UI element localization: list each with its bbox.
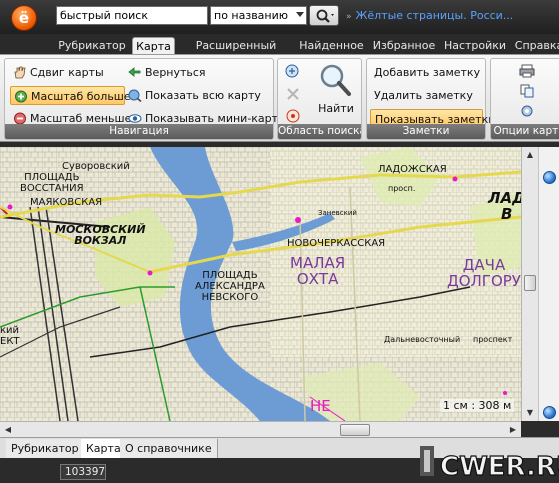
map-label-lad-b: ЛАД В — [488, 189, 521, 223]
copy-icon[interactable] — [519, 84, 535, 98]
map-label-mayakovskaya: МАЯКОВСКАЯ — [30, 197, 103, 208]
map-scale: 1 см : 308 м — [440, 399, 515, 412]
tab-advanced-search[interactable]: Расширенный поиск — [180, 37, 292, 65]
yellow-pages-link[interactable]: » Жёлтые страницы. Росси... — [346, 9, 513, 22]
tab-rubricator[interactable]: Рубрикатор — [56, 37, 128, 54]
group-search-area-label: Область поиска — [278, 124, 361, 139]
status-bar: 103397 — [0, 458, 559, 483]
tab-map[interactable]: Карта — [132, 37, 175, 54]
map-label-ladozhskaya: ЛАДОЖСКАЯ — [378, 164, 447, 175]
group-card-options-label: Опции карты — [491, 124, 559, 139]
find-button[interactable]: Найти — [316, 63, 356, 121]
show-all-map-button[interactable]: Показать всю карту — [125, 86, 261, 105]
bottom-tab-bar: Рубрикатор Карта О справочнике — [0, 437, 559, 458]
group-notes: Добавить заметку Удалить заметку Показыв… — [366, 58, 495, 140]
horizontal-scroll-thumb[interactable] — [340, 424, 370, 436]
chevron-down-icon — [296, 12, 304, 17]
map-label-novocherkasskaya: НОВОЧЕРКАССКАЯ — [287, 238, 386, 249]
remove-note-button[interactable]: Удалить заметку — [370, 86, 473, 105]
bottom-tab-rubricator[interactable]: Рубрикатор — [6, 439, 85, 458]
map-label-zanevskiy: Заневский — [318, 209, 357, 217]
map-label-dacha: ДАЧА ДОЛГОРУ — [447, 256, 521, 290]
map-label-river: НЕ — [310, 397, 331, 415]
map-label-moskovskiy-vokzal: МОСКОВСКИЙ ВОКЗАЛ — [55, 223, 146, 247]
search-button[interactable] — [309, 5, 339, 26]
map-label-suvorovskiy: Суворовский — [62, 161, 130, 172]
search-icon — [316, 9, 334, 23]
map-label-malaya-okhta: МАЛАЯ ОХТА — [290, 254, 346, 288]
zoom-in-label: Масштаб больше — [31, 90, 131, 103]
back-label: Вернуться — [145, 66, 206, 79]
globe-icon[interactable] — [543, 406, 556, 419]
area-clear-icon[interactable] — [284, 85, 302, 103]
search-mode-select[interactable]: по названию — [210, 6, 307, 25]
magnifier-icon — [320, 64, 351, 96]
back-button[interactable]: Вернуться — [125, 63, 206, 82]
print-icon[interactable] — [519, 64, 535, 78]
scroll-left-icon[interactable]: ◀ — [3, 425, 13, 435]
map-side-panel — [538, 147, 559, 421]
group-notes-label: Заметки — [367, 124, 485, 139]
status-count: 103397 — [60, 464, 106, 480]
tab-found[interactable]: Найденное — [298, 37, 365, 54]
group-navigation-label: Навигация — [5, 124, 273, 139]
map-label-ploshchad-vosstaniya: ПЛОЩАДЬ ВОССТАНИЯ — [20, 172, 84, 194]
yellow-pages-link-label: Жёлтые страницы. Росси... — [355, 9, 514, 22]
map-vertical-scrollbar[interactable]: ▲ ▼ — [521, 147, 538, 421]
tab-help[interactable]: Справка — [512, 37, 559, 54]
group-navigation: Сдвиг карты Вернуться Масштаб больше Пок… — [4, 58, 285, 140]
map-label-prospekt: проспект — [473, 335, 513, 344]
logo-letter: ё — [11, 5, 37, 31]
map-horizontal-scrollbar[interactable]: ◀ ▶ — [0, 421, 521, 437]
bottom-tab-about[interactable]: О справочнике — [120, 439, 218, 458]
add-note-button[interactable]: Добавить заметку — [370, 63, 480, 82]
group-search-area: Найти Область поиска — [277, 58, 362, 140]
double-chevron-icon: » — [346, 12, 352, 22]
ribbon: Сдвиг карты Вернуться Масштаб больше Пок… — [0, 54, 559, 142]
map-label-ploshchad-nevskogo: ПЛОЩАДЬ АЛЕКСАНДРА НЕВСКОГО — [195, 270, 265, 303]
map-label-dalnevostochny: Дальневосточный — [384, 335, 461, 344]
pan-map-button[interactable]: Сдвиг карты — [10, 63, 104, 82]
globe-search-icon — [128, 89, 142, 103]
pan-map-label: Сдвиг карты — [30, 66, 104, 79]
scroll-down-icon[interactable]: ▼ — [525, 408, 535, 418]
vertical-scroll-thumb[interactable] — [524, 275, 536, 291]
map-label-left-cut: кий ЕКТ — [0, 325, 20, 347]
group-card-options: Опции карты — [490, 58, 559, 140]
tab-settings[interactable]: Настройки — [442, 37, 508, 54]
map-area: Суворовский ПЛОЩАДЬ ВОССТАНИЯ МАЯКОВСКАЯ… — [0, 147, 559, 421]
area-target-icon[interactable] — [284, 107, 302, 125]
zoom-in-icon — [14, 90, 28, 103]
map-label-prosp: просп. — [388, 184, 416, 193]
quick-search-input[interactable] — [56, 6, 208, 25]
area-select-icon[interactable] — [284, 63, 302, 81]
show-all-map-label: Показать всю карту — [145, 89, 261, 102]
zoom-in-button[interactable]: Масштаб больше — [10, 86, 131, 105]
settings-icon[interactable] — [519, 104, 535, 118]
scroll-up-icon[interactable]: ▲ — [525, 150, 535, 160]
search-mode-value: по названию — [214, 9, 289, 22]
scroll-right-icon[interactable]: ▶ — [508, 425, 518, 435]
map-canvas[interactable]: Суворовский ПЛОЩАДЬ ВОССТАНИЯ МАЯКОВСКАЯ… — [0, 147, 521, 421]
app-logo[interactable]: ё — [5, 5, 49, 31]
top-bar: ё по названию »Жёлтые страницы. Росси... — [0, 0, 559, 34]
hand-icon — [13, 66, 27, 79]
tab-favorites[interactable]: Избранное — [371, 37, 437, 54]
back-arrow-icon — [128, 66, 142, 79]
ribbon-tab-bar: Рубрикатор Карта Расширенный поиск Найде… — [0, 34, 559, 65]
find-label: Найти — [318, 102, 354, 115]
globe-icon[interactable] — [543, 171, 556, 184]
app-window: ё по названию »Жёлтые страницы. Росси...… — [0, 0, 559, 483]
